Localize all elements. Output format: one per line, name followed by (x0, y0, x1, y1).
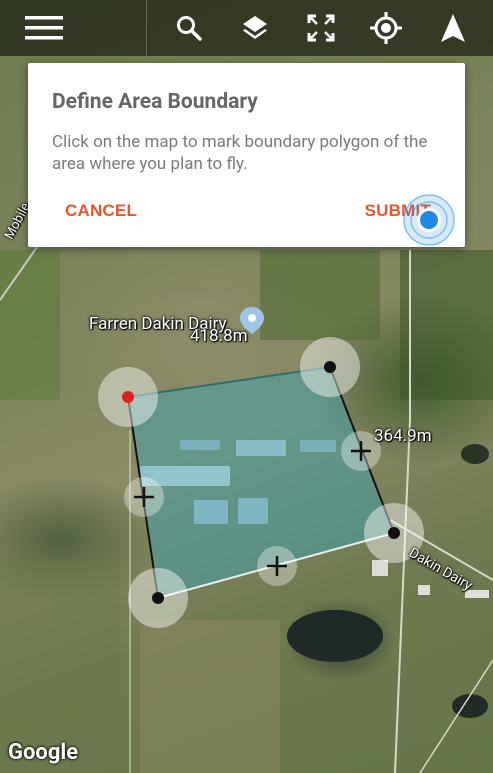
toolbar-divider (146, 0, 147, 56)
cancel-button[interactable]: CANCEL (65, 201, 137, 221)
search-button[interactable] (170, 0, 208, 56)
layers-button[interactable] (236, 0, 274, 56)
define-area-dialog: Define Area Boundary Click on the map to… (28, 63, 465, 247)
my-location-icon (370, 12, 402, 44)
navigation-icon (441, 14, 465, 42)
vertex-handle[interactable] (128, 568, 188, 628)
dialog-title: Define Area Boundary (52, 90, 258, 114)
current-location-icon (403, 194, 455, 246)
menu-button[interactable] (16, 0, 72, 56)
menu-icon (25, 16, 63, 40)
fullscreen-button[interactable] (302, 0, 340, 56)
distance-label-right: 364.9m (374, 426, 432, 446)
google-attribution: Google (8, 740, 79, 765)
search-icon (177, 16, 202, 41)
top-toolbar (0, 0, 493, 56)
vertex-handle[interactable] (300, 337, 360, 397)
layers-icon (243, 16, 267, 39)
vertex-handle-start[interactable] (98, 367, 158, 427)
navigation-button[interactable] (434, 0, 472, 56)
dialog-message: Click on the map to mark boundary polygo… (52, 132, 428, 174)
add-midpoint-handle[interactable] (124, 477, 164, 517)
add-midpoint-handle[interactable] (257, 546, 297, 586)
my-location-button[interactable] (366, 0, 406, 56)
fullscreen-icon (307, 14, 335, 42)
distance-label-top: 418.8m (190, 326, 248, 346)
